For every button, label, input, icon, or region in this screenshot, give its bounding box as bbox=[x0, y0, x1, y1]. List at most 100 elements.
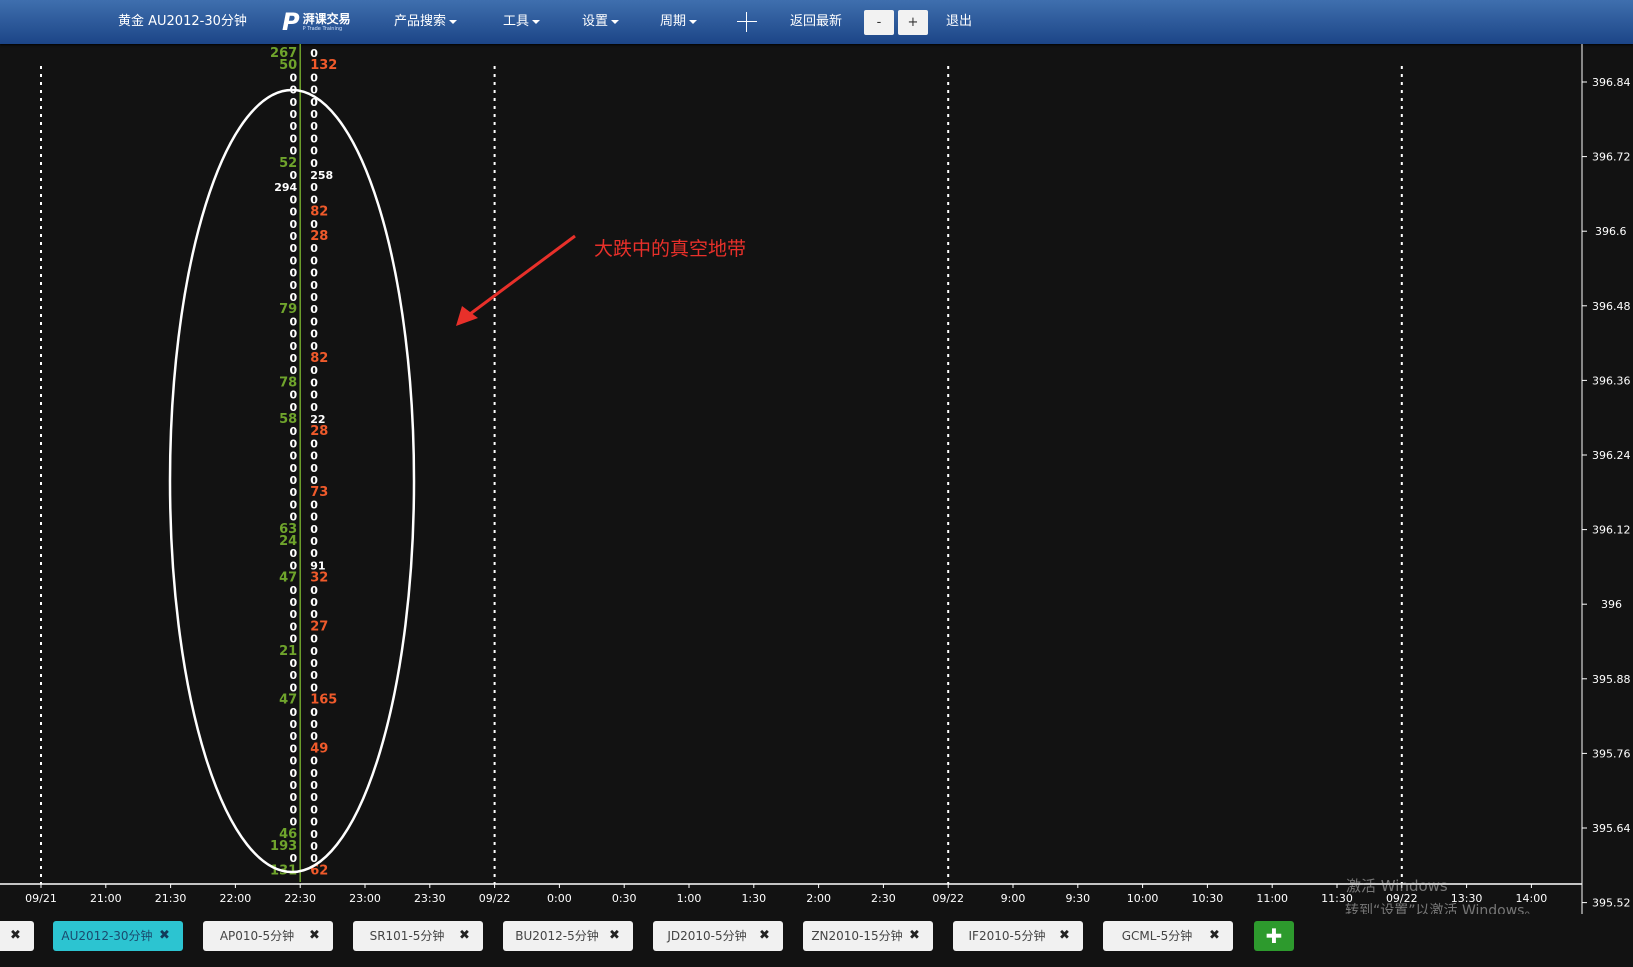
footprint-left-value: 0 bbox=[290, 450, 298, 463]
footprint-right-value: 0 bbox=[310, 401, 318, 414]
tab-GCML-5分钟[interactable]: GCML-5分钟 ✖ bbox=[1103, 921, 1233, 951]
footprint-left-value: 0 bbox=[290, 328, 298, 341]
tab-JD2010-5分钟[interactable]: JD2010-5分钟 ✖ bbox=[653, 921, 783, 951]
exit-button[interactable]: 退出 bbox=[946, 0, 972, 44]
footprint-left-value: 0 bbox=[290, 279, 298, 292]
tab-close-icon[interactable]: ✖ bbox=[1059, 921, 1070, 951]
footprint-right-value: 0 bbox=[310, 840, 318, 853]
footprint-right-value: 0 bbox=[310, 755, 318, 768]
time-tick-label: 21:00 bbox=[90, 892, 122, 905]
footprint-left-value: 0 bbox=[290, 791, 298, 804]
tab-label: JD2010-5分钟 bbox=[667, 929, 747, 943]
footprint-right-value: 0 bbox=[310, 535, 318, 548]
footprint-left-value: 0 bbox=[290, 120, 298, 133]
price-tick-label: 395.52 bbox=[1592, 897, 1631, 910]
footprint-left-value: 0 bbox=[290, 730, 298, 743]
menu-product-search-label: 产品搜索 bbox=[394, 14, 447, 29]
footprint-right-value: 0 bbox=[310, 767, 318, 780]
footprint-left-value: 0 bbox=[290, 193, 298, 206]
footprint-left-value: 0 bbox=[290, 352, 298, 365]
footprint-right-value: 0 bbox=[310, 389, 318, 402]
footprint-right-value: 258 bbox=[310, 169, 333, 182]
zoom-in-button[interactable]: + bbox=[898, 10, 928, 35]
footprint-right-value: 0 bbox=[310, 803, 318, 816]
time-tick-label: 1:00 bbox=[677, 892, 702, 905]
footprint-right-value: 0 bbox=[310, 828, 318, 841]
menu-period[interactable]: 周期 bbox=[660, 0, 698, 44]
footprint-chart[interactable]: 396.84 396.72 396.6 396.48 396.36 396.24 396.1… bbox=[0, 44, 1633, 914]
footprint-left-value: 0 bbox=[290, 206, 298, 219]
time-tick-label: 9:30 bbox=[1065, 892, 1090, 905]
top-toolbar: 黄金 AU2012-30分钟 P 湃课交易 P Trade Training 产… bbox=[0, 0, 1633, 44]
footprint-right-value: 0 bbox=[310, 791, 318, 804]
tab-AU2012-30分钟[interactable]: AU2012-30分钟 ✖ bbox=[53, 921, 183, 951]
annotation-text: 大跌中的真空地带 bbox=[594, 238, 746, 260]
footprint-right-value: 0 bbox=[310, 145, 318, 158]
tab-close-icon[interactable]: ✖ bbox=[309, 921, 320, 951]
tab-close-icon[interactable]: ✖ bbox=[609, 921, 620, 951]
footprint-left-value: 0 bbox=[290, 718, 298, 731]
tab-close-icon[interactable]: ✖ bbox=[159, 921, 170, 951]
footprint-right-value: 0 bbox=[310, 450, 318, 463]
footprint-left-value: 0 bbox=[290, 132, 298, 145]
logo-mark-icon: P bbox=[282, 8, 300, 36]
logo-subtitle: P Trade Training bbox=[302, 25, 343, 32]
footprint-right-value: 0 bbox=[310, 547, 318, 560]
logo-name: 湃课交易 bbox=[302, 11, 351, 26]
footprint-right-value: 0 bbox=[310, 718, 318, 731]
price-tick-label: 396.84 bbox=[1592, 76, 1631, 89]
menu-settings-label: 设置 bbox=[582, 14, 609, 29]
tab-close-icon[interactable]: ✖ bbox=[759, 921, 770, 951]
footprint-right-value: 0 bbox=[310, 437, 318, 450]
tab-partial[interactable]: ✖ bbox=[0, 921, 34, 951]
footprint-left-value: 0 bbox=[290, 340, 298, 353]
tab-SR101-5分钟[interactable]: SR101-5分钟 ✖ bbox=[353, 921, 483, 951]
footprint-right-value: 0 bbox=[310, 657, 318, 670]
footprint-left-value: 0 bbox=[290, 169, 298, 182]
tab-close-icon[interactable]: ✖ bbox=[1209, 921, 1220, 951]
tab-close-icon[interactable]: ✖ bbox=[10, 921, 21, 951]
price-tick-label: 395.88 bbox=[1592, 673, 1631, 686]
caret-down-icon bbox=[532, 19, 541, 24]
footprint-right-value: 0 bbox=[310, 596, 318, 609]
zoom-out-button[interactable]: - bbox=[864, 10, 894, 35]
menu-product-search[interactable]: 产品搜索 bbox=[394, 0, 458, 44]
tab-close-icon[interactable]: ✖ bbox=[909, 921, 920, 951]
time-tick-label: 0:30 bbox=[612, 892, 637, 905]
footprint-right-value: 0 bbox=[310, 120, 318, 133]
tab-label: BU2012-5分钟 bbox=[515, 929, 599, 943]
menu-settings[interactable]: 设置 bbox=[582, 0, 620, 44]
tab-AP010-5分钟[interactable]: AP010-5分钟 ✖ bbox=[203, 921, 333, 951]
footprint-left-value: 0 bbox=[290, 803, 298, 816]
tab-close-icon[interactable]: ✖ bbox=[459, 921, 470, 951]
time-tick-label: 23:00 bbox=[349, 892, 381, 905]
time-tick-label: 09/22 bbox=[932, 892, 964, 905]
footprint-right-value: 0 bbox=[310, 584, 318, 597]
tab-BU2012-5分钟[interactable]: BU2012-5分钟 ✖ bbox=[503, 921, 633, 951]
footprint-left-value: 0 bbox=[290, 767, 298, 780]
time-tick-label: 23:30 bbox=[414, 892, 446, 905]
instrument-title: 黄金 AU2012-30分钟 bbox=[118, 14, 247, 29]
footprint-left-value: 0 bbox=[290, 620, 298, 633]
crosshair-icon[interactable] bbox=[737, 12, 757, 32]
footprint-left-value: 0 bbox=[290, 218, 298, 231]
footprint-right-value: 0 bbox=[310, 364, 318, 377]
time-tick-label: 2:00 bbox=[806, 892, 831, 905]
price-tick-label: 395.76 bbox=[1592, 747, 1631, 760]
footprint-right-value: 0 bbox=[310, 132, 318, 145]
footprint-left-value: 0 bbox=[290, 389, 298, 402]
footprint-right-value: 0 bbox=[310, 315, 318, 328]
tab-IF2010-5分钟[interactable]: IF2010-5分钟 ✖ bbox=[953, 921, 1083, 951]
footprint-left-value: 0 bbox=[290, 462, 298, 475]
annotation-arrow-line bbox=[469, 234, 576, 316]
footprint-right-value: 0 bbox=[310, 279, 318, 292]
menu-tools[interactable]: 工具 bbox=[503, 0, 541, 44]
footprint-right-value: 0 bbox=[310, 303, 318, 316]
footprint-right-value: 0 bbox=[310, 254, 318, 267]
add-tab-button[interactable]: ✚ bbox=[1254, 921, 1294, 951]
footprint-right-value: 0 bbox=[310, 181, 318, 194]
tab-ZN2010-15分钟[interactable]: ZN2010-15分钟 ✖ bbox=[803, 921, 933, 951]
return-latest-button[interactable]: 返回最新 bbox=[790, 0, 842, 44]
footprint-left-value: 0 bbox=[290, 779, 298, 792]
footprint-left-value: 0 bbox=[290, 669, 298, 682]
